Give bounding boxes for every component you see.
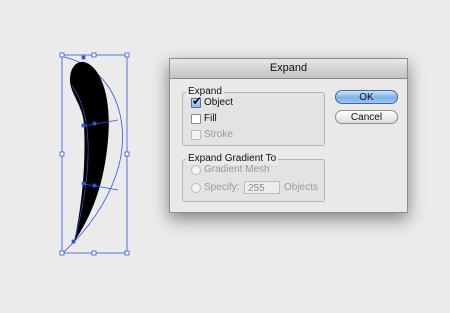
anchor-point[interactable] [71,239,76,244]
gradient-mesh-label: Gradient Mesh [204,164,270,175]
objects-label: Objects [284,182,318,193]
anchor-point[interactable] [92,121,97,126]
handle-top-middle[interactable] [91,52,97,58]
checkmark-icon: ✔ [192,94,203,108]
handle-middle-left[interactable] [59,151,65,157]
anchor-point[interactable] [92,183,97,188]
object-label: Object [204,97,233,108]
expand-dialog: Expand Expand ✔ Object Fill Stroke Expan… [169,58,408,213]
specify-objects-input[interactable]: 255 [244,181,280,194]
stroke-checkbox[interactable] [191,130,201,140]
brush-stroke-shape[interactable] [70,61,109,242]
specify-radio[interactable] [191,183,201,193]
anchor-point[interactable] [81,181,86,186]
cancel-button[interactable]: Cancel [335,110,398,124]
specify-label: Specify: [204,182,240,193]
dialog-title: Expand [170,59,407,79]
handle-top-left[interactable] [59,52,65,58]
fill-checkbox[interactable] [191,114,201,124]
handle-top-right[interactable] [124,52,130,58]
ok-button[interactable]: OK [335,90,398,104]
anchor-point[interactable] [81,55,86,60]
handle-bottom-left[interactable] [59,250,65,256]
anchor-point[interactable] [81,123,86,128]
handle-bottom-right[interactable] [124,250,130,256]
gradient-mesh-radio[interactable] [191,165,201,175]
object-checkbox[interactable]: ✔ [191,94,203,108]
stroke-label: Stroke [204,129,233,140]
handle-middle-right[interactable] [124,151,130,157]
fill-label: Fill [204,113,217,124]
handle-bottom-middle[interactable] [91,250,97,256]
